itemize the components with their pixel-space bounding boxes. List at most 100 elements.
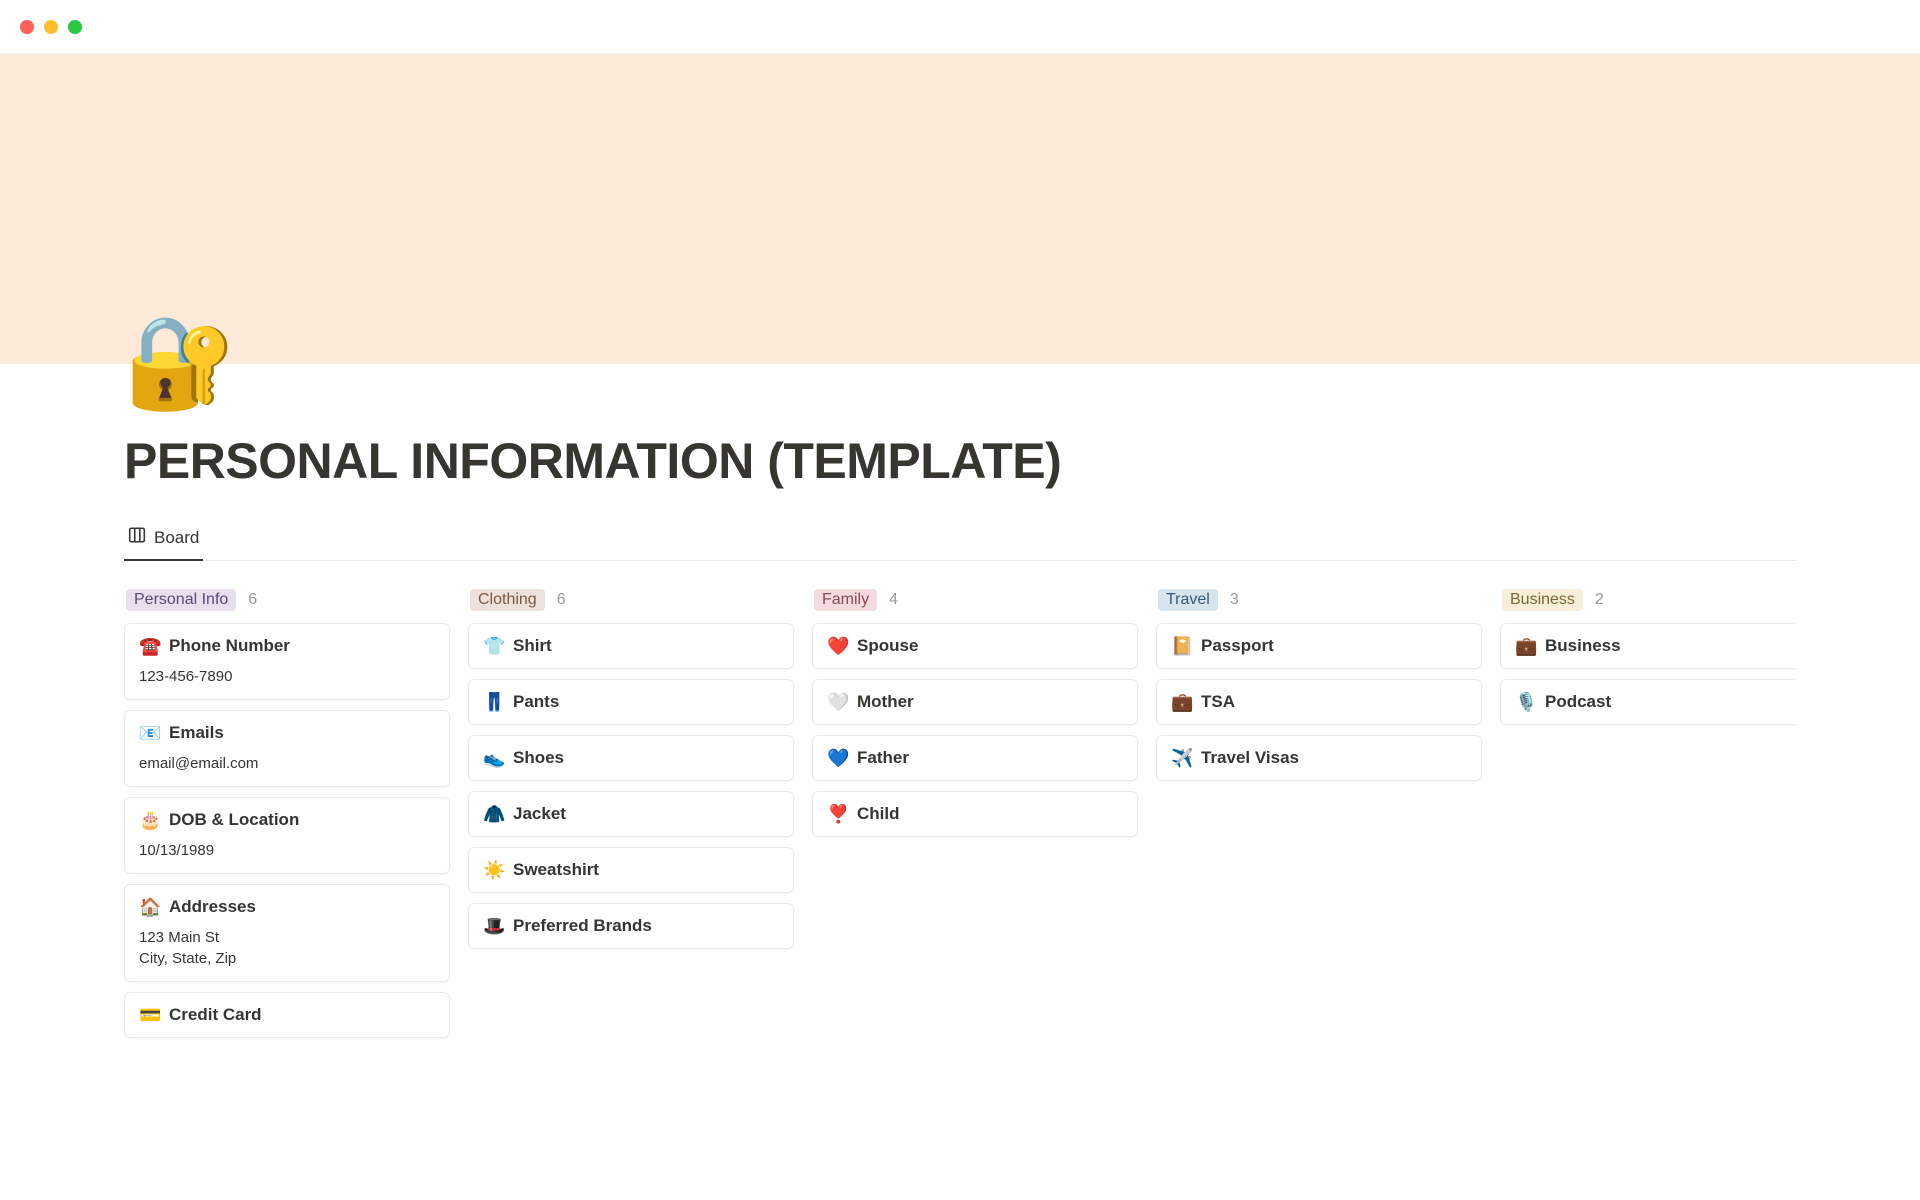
column-count: 6 bbox=[557, 591, 566, 609]
card-title-row: 🤍 Mother bbox=[827, 692, 1123, 712]
card-icon: 📔 bbox=[1171, 637, 1191, 655]
window-minimize-button[interactable] bbox=[44, 20, 58, 34]
card-body: 123-456-7890 bbox=[139, 666, 435, 687]
card-title: Phone Number bbox=[169, 636, 290, 656]
column-header[interactable]: Personal Info 6 bbox=[124, 585, 450, 623]
card-icon: ☀️ bbox=[483, 861, 503, 879]
card-body: email@email.com bbox=[139, 753, 435, 774]
card-title-row: 👕Shirt bbox=[483, 636, 779, 656]
card-icon: 🧥 bbox=[483, 805, 503, 823]
window-maximize-button[interactable] bbox=[68, 20, 82, 34]
card-title: Addresses bbox=[169, 897, 256, 917]
board-card[interactable]: 📔Passport bbox=[1156, 623, 1482, 669]
card-title-row: 💳 Credit Card bbox=[139, 1005, 435, 1025]
card-title-row: 👟Shoes bbox=[483, 748, 779, 768]
page-icon[interactable]: 🔐 bbox=[124, 318, 236, 408]
card-icon: 🎙️ bbox=[1515, 693, 1535, 711]
card-title-row: 💙 Father bbox=[827, 748, 1123, 768]
window-close-button[interactable] bbox=[20, 20, 34, 34]
tab-label: Board bbox=[154, 528, 199, 548]
tab-board[interactable]: Board bbox=[124, 518, 203, 561]
board-card[interactable]: 🎂 DOB & Location 10/13/1989 bbox=[124, 797, 450, 874]
board-card[interactable]: 👕Shirt bbox=[468, 623, 794, 669]
board-column: Personal Info 6 ☎️ Phone Number 123-456-7890… bbox=[124, 585, 450, 1048]
board-card[interactable]: 🎩Preferred Brands bbox=[468, 903, 794, 949]
card-title: Father bbox=[857, 748, 909, 768]
column-count: 4 bbox=[889, 591, 898, 609]
board: Personal Info 6 ☎️ Phone Number 123-456-7890… bbox=[124, 561, 1796, 1048]
card-title-row: ❤️Spouse bbox=[827, 636, 1123, 656]
column-tag: Business bbox=[1502, 589, 1583, 611]
page-cover: 🔐 bbox=[0, 54, 1920, 364]
board-card[interactable]: 💼 TSA bbox=[1156, 679, 1482, 725]
board-card[interactable]: ✈️Travel Visas bbox=[1156, 735, 1482, 781]
card-icon: 👟 bbox=[483, 749, 503, 767]
card-icon: 💼 bbox=[1515, 637, 1535, 655]
column-header[interactable]: Clothing 6 bbox=[468, 585, 794, 623]
column-tag: Personal Info bbox=[126, 589, 236, 611]
card-title-row: 💼 TSA bbox=[1171, 692, 1467, 712]
board-card[interactable]: 📧Emails email@email.com bbox=[124, 710, 450, 787]
card-title-row: 👖Pants bbox=[483, 692, 779, 712]
card-icon: ❣️ bbox=[827, 805, 847, 823]
column-count: 6 bbox=[248, 591, 257, 609]
board-card[interactable]: 🧥 Jacket bbox=[468, 791, 794, 837]
card-body: 123 Main St City, State, Zip bbox=[139, 927, 435, 969]
board-card[interactable]: 💼 Business bbox=[1500, 623, 1796, 669]
card-title: TSA bbox=[1201, 692, 1235, 712]
card-title-row: 🎩Preferred Brands bbox=[483, 916, 779, 936]
card-title: Podcast bbox=[1545, 692, 1611, 712]
card-icon: 🎂 bbox=[139, 811, 159, 829]
card-title-row: 🎂 DOB & Location bbox=[139, 810, 435, 830]
card-icon: 🤍 bbox=[827, 693, 847, 711]
card-title: Shirt bbox=[513, 636, 552, 656]
card-icon: ☎️ bbox=[139, 637, 159, 655]
column-count: 2 bbox=[1595, 591, 1604, 609]
board-card[interactable]: ❣️ Child bbox=[812, 791, 1138, 837]
board-card[interactable]: 💙 Father bbox=[812, 735, 1138, 781]
card-title-row: 🧥 Jacket bbox=[483, 804, 779, 824]
board-card[interactable]: ❤️Spouse bbox=[812, 623, 1138, 669]
board-card[interactable]: ☎️ Phone Number 123-456-7890 bbox=[124, 623, 450, 700]
card-title-row: 🏠Addresses bbox=[139, 897, 435, 917]
board-card[interactable]: 🏠Addresses 123 Main St City, State, Zip bbox=[124, 884, 450, 982]
card-title-row: ❣️ Child bbox=[827, 804, 1123, 824]
column-header[interactable]: Business 2 bbox=[1500, 585, 1796, 623]
card-title-row: ☀️Sweatshirt bbox=[483, 860, 779, 880]
board-icon bbox=[128, 526, 146, 549]
card-title-row: 💼 Business bbox=[1515, 636, 1796, 656]
card-title: Business bbox=[1545, 636, 1621, 656]
card-body: 10/13/1989 bbox=[139, 840, 435, 861]
column-header[interactable]: Family4 bbox=[812, 585, 1138, 623]
card-title: Mother bbox=[857, 692, 914, 712]
card-icon: 💙 bbox=[827, 749, 847, 767]
card-title: Spouse bbox=[857, 636, 918, 656]
board-card[interactable]: 👖Pants bbox=[468, 679, 794, 725]
card-title-row: 📧Emails bbox=[139, 723, 435, 743]
card-title: Emails bbox=[169, 723, 224, 743]
page-title[interactable]: PERSONAL INFORMATION (TEMPLATE) bbox=[124, 432, 1796, 490]
window-chrome bbox=[0, 0, 1920, 54]
board-card[interactable]: 🤍 Mother bbox=[812, 679, 1138, 725]
card-title: DOB & Location bbox=[169, 810, 299, 830]
page-content: PERSONAL INFORMATION (TEMPLATE) Board Pe… bbox=[0, 364, 1920, 1048]
card-icon: ✈️ bbox=[1171, 749, 1191, 767]
board-column: Business 2 💼 Business 🎙️ Podcast bbox=[1500, 585, 1796, 1048]
card-title-row: 🎙️ Podcast bbox=[1515, 692, 1796, 712]
board-card[interactable]: ☀️Sweatshirt bbox=[468, 847, 794, 893]
board-card[interactable]: 👟Shoes bbox=[468, 735, 794, 781]
board-column: Family4 ❤️Spouse 🤍 Mother 💙 Father ❣️ Child bbox=[812, 585, 1138, 1048]
board-card[interactable]: 💳 Credit Card bbox=[124, 992, 450, 1038]
card-title: Child bbox=[857, 804, 900, 824]
card-icon: 💳 bbox=[139, 1006, 159, 1024]
column-header[interactable]: Travel 3 bbox=[1156, 585, 1482, 623]
column-tag: Clothing bbox=[470, 589, 545, 611]
card-icon: 💼 bbox=[1171, 693, 1191, 711]
column-tag: Travel bbox=[1158, 589, 1218, 611]
card-title: Preferred Brands bbox=[513, 916, 652, 936]
view-tabs: Board bbox=[124, 518, 1796, 561]
column-count: 3 bbox=[1230, 591, 1239, 609]
card-title: Credit Card bbox=[169, 1005, 262, 1025]
card-title: Jacket bbox=[513, 804, 566, 824]
board-card[interactable]: 🎙️ Podcast bbox=[1500, 679, 1796, 725]
